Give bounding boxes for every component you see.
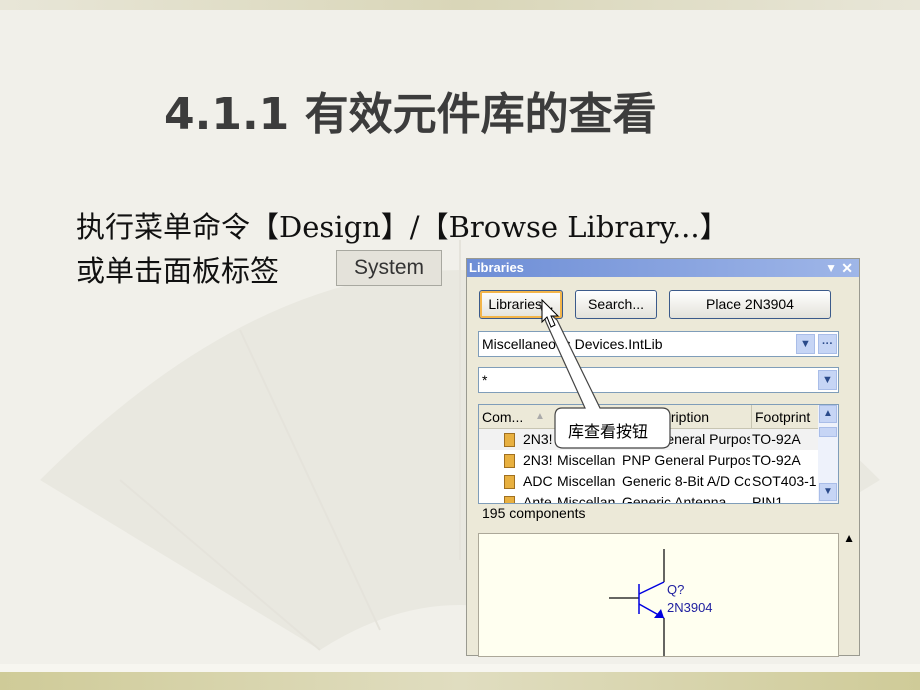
component-icon [504, 475, 515, 489]
scroll-up-icon[interactable]: ▲ [819, 405, 837, 423]
column-header-component[interactable]: Com... [482, 405, 523, 429]
sort-asc-icon: ▲ [535, 411, 545, 422]
component-list: Com... ▲ Library Description Footprint 2… [478, 404, 839, 504]
list-item[interactable]: 2N3! Miscellan NPN General Purpos TO-92A [479, 429, 838, 450]
scroll-down-icon[interactable]: ▼ [819, 483, 837, 501]
close-icon[interactable]: ✕ [841, 259, 853, 277]
transistor-symbol [609, 549, 665, 656]
column-header-footprint[interactable]: Footprint [751, 405, 810, 429]
component-icon [504, 454, 515, 468]
bottom-band [0, 672, 920, 690]
comment-label: 2N3904 [667, 600, 713, 615]
library-select-value: Miscellaneous Devices.IntLib [482, 336, 663, 352]
filter-select[interactable]: * ▼ [478, 367, 839, 393]
callout-text: 库查看按钮 [568, 422, 649, 441]
symbol-preview: Q? 2N3904 [478, 533, 839, 657]
top-band [0, 0, 920, 10]
dropdown-menu-icon[interactable]: ▼ [825, 259, 837, 277]
chevron-down-icon[interactable]: ▼ [818, 370, 837, 390]
more-icon[interactable]: ··· [818, 334, 837, 354]
panel-titlebar: Libraries ▼ ✕ [467, 259, 859, 277]
search-button[interactable]: Search... [575, 290, 657, 319]
list-item[interactable]: Ante Miscellan Generic Antenna PIN1 [479, 492, 838, 503]
libraries-panel: Libraries ▼ ✕ Libraries... Search... Pla… [466, 258, 860, 657]
designator-label: Q? [667, 582, 685, 597]
scroll-thumb[interactable] [819, 427, 837, 437]
library-select[interactable]: Miscellaneous Devices.IntLib ▼ ··· [478, 331, 839, 357]
panel-title: Libraries [469, 260, 524, 275]
slide-title: 4.1.1 有效元件库的查看 [164, 89, 657, 140]
component-count: 195 components [482, 505, 586, 521]
list-item[interactable]: ADC Miscellan Generic 8-Bit A/D Cc SOT403-1 [479, 471, 838, 492]
list-scrollbar[interactable]: ▲ ▼ [818, 405, 838, 503]
place-button[interactable]: Place 2N3904 [669, 290, 831, 319]
column-header-description[interactable]: Description [639, 405, 709, 429]
filter-value: * [482, 372, 488, 388]
list-header: Com... ▲ Library Description Footprint [479, 405, 838, 429]
libraries-button[interactable]: Libraries... [479, 290, 563, 319]
preview-collapse-icon[interactable]: ▲ [843, 531, 855, 545]
component-icon [504, 496, 515, 503]
chevron-down-icon[interactable]: ▼ [796, 334, 815, 354]
component-icon [504, 433, 515, 447]
instruction-line-1: 执行菜单命令【Design】/【Browse Library...】 [76, 210, 729, 244]
bottom-line [0, 664, 920, 672]
system-panel-tab[interactable]: System [336, 250, 442, 286]
instruction-line-2: 或单击面板标签 [76, 254, 280, 288]
list-item[interactable]: 2N3! Miscellan PNP General Purpos TO-92A [479, 450, 838, 471]
